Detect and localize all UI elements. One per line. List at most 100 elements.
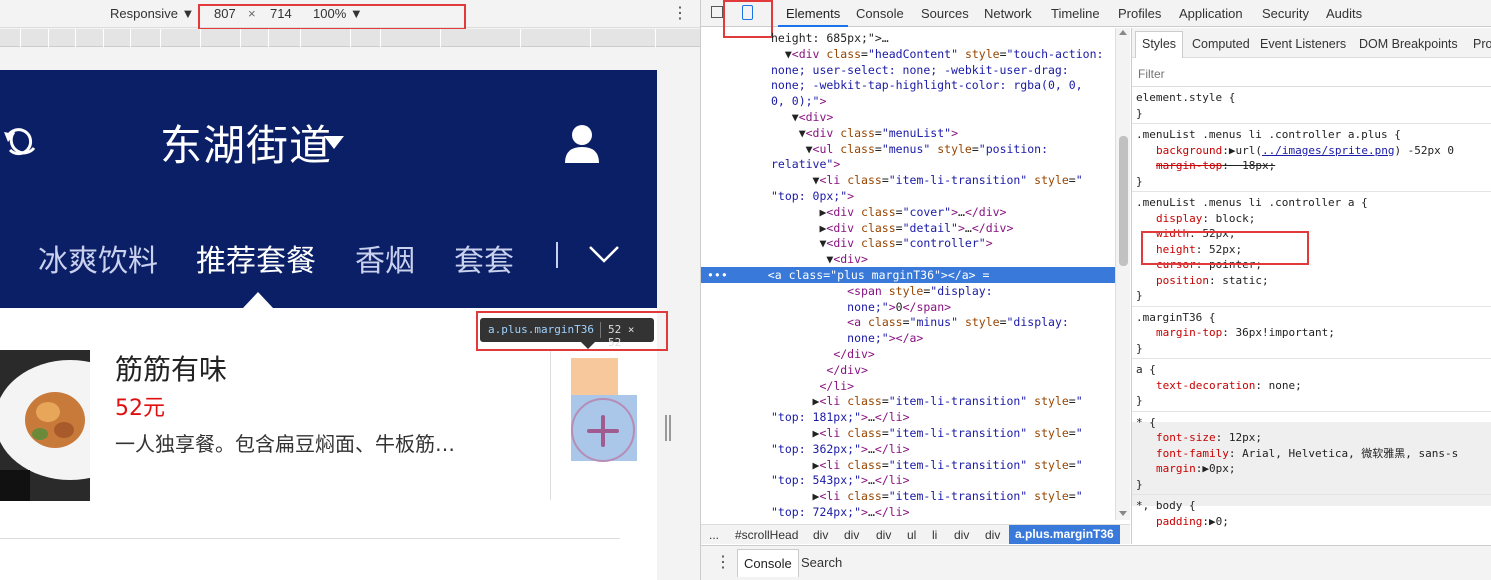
scroll-down-icon[interactable] bbox=[1119, 511, 1127, 516]
drawer-tab-console[interactable]: Console bbox=[737, 549, 799, 577]
dom-node-line[interactable]: "top: 543px;">…</li> bbox=[701, 472, 1115, 488]
dom-node-line[interactable]: ▼<ul class="menus" style="position: bbox=[701, 141, 1115, 157]
dom-node-line[interactable]: ▶<div class="cover">…</div> bbox=[701, 204, 1115, 220]
width-input[interactable]: 807 bbox=[214, 6, 236, 21]
breadcrumb-item[interactable]: ... bbox=[709, 528, 719, 542]
inspect-element-icon[interactable] bbox=[711, 6, 723, 18]
dom-scrollbar[interactable] bbox=[1115, 28, 1130, 520]
css-selector[interactable]: } bbox=[1132, 288, 1491, 304]
tab-security[interactable]: Security bbox=[1262, 6, 1309, 21]
tab-profiles[interactable]: Profiles bbox=[1118, 6, 1161, 21]
category-tab-active[interactable]: 推荐套餐 bbox=[196, 236, 316, 280]
chevron-down-icon[interactable] bbox=[588, 244, 620, 264]
dom-node-line[interactable]: </div> bbox=[701, 346, 1115, 362]
tab-application[interactable]: Application bbox=[1179, 6, 1243, 21]
dom-node-line[interactable]: ▶<li class="item-li-transition" style=" bbox=[701, 425, 1115, 441]
styles-filter-input[interactable] bbox=[1136, 65, 1436, 83]
dom-node-line[interactable]: ▼<div> bbox=[701, 109, 1115, 125]
dom-node-line[interactable]: "top: 724px;">…</li> bbox=[701, 504, 1115, 520]
category-tab[interactable]: 套套 bbox=[454, 236, 514, 280]
breadcrumb-item[interactable]: li bbox=[932, 528, 937, 542]
css-property[interactable]: cursor: pointer; bbox=[1132, 257, 1491, 273]
css-property[interactable]: margin:▶0px; bbox=[1132, 461, 1491, 477]
tab-dom-breakpoints[interactable]: DOM Breakpoints bbox=[1359, 37, 1458, 51]
dom-node-line[interactable]: "top: 181px;">…</li> bbox=[701, 409, 1115, 425]
css-property[interactable]: padding:▶0; bbox=[1132, 514, 1491, 530]
dom-node-line[interactable]: "top: 0px;"> bbox=[701, 188, 1115, 204]
breadcrumb-item-active[interactable]: a.plus.marginT36 bbox=[1009, 525, 1120, 544]
tab-properties[interactable]: Pro bbox=[1473, 37, 1491, 51]
height-input[interactable]: 714 bbox=[270, 6, 292, 21]
tab-sources[interactable]: Sources bbox=[921, 6, 969, 21]
dom-node-line[interactable]: </li> bbox=[701, 378, 1115, 394]
dom-node-line[interactable]: "top: 362px;">…</li> bbox=[701, 441, 1115, 457]
dom-node-line[interactable]: </div> bbox=[701, 362, 1115, 378]
category-tab[interactable]: 冰爽饮料 bbox=[38, 236, 158, 280]
dom-node-line[interactable]: none; user-select: none; -webkit-user-dr… bbox=[701, 62, 1115, 78]
css-property[interactable]: display: block; bbox=[1132, 211, 1491, 227]
tab-computed[interactable]: Computed bbox=[1192, 37, 1250, 51]
breadcrumb-item[interactable]: div bbox=[876, 528, 891, 542]
css-selector[interactable]: .marginT36 { bbox=[1132, 310, 1491, 326]
drawer-tab-search[interactable]: Search bbox=[801, 555, 842, 570]
css-property[interactable]: position: static; bbox=[1132, 273, 1491, 289]
css-selector[interactable]: } bbox=[1132, 477, 1491, 493]
css-selector[interactable]: .menuList .menus li .controller a.plus { bbox=[1132, 127, 1491, 143]
scroll-up-icon[interactable] bbox=[1119, 30, 1127, 35]
viewport-resize-handle[interactable] bbox=[665, 415, 671, 441]
css-property[interactable]: background:▶url(../images/sprite.png) -5… bbox=[1132, 143, 1491, 159]
breadcrumb-item[interactable]: div bbox=[844, 528, 859, 542]
css-property[interactable]: margin-top: 18px; bbox=[1132, 158, 1491, 174]
css-selector[interactable]: a { bbox=[1132, 362, 1491, 378]
device-mode-select[interactable]: Responsive ▼ bbox=[110, 6, 194, 21]
css-property[interactable]: font-size: 12px; bbox=[1132, 430, 1491, 446]
css-selector[interactable]: } bbox=[1132, 106, 1491, 122]
dom-node-line[interactable]: ▶<li class="item-li-transition" style=" bbox=[701, 457, 1115, 473]
add-to-cart-plus-button[interactable] bbox=[571, 398, 635, 462]
dom-node-line[interactable]: height: 685px;">… bbox=[701, 30, 1115, 46]
dom-node-line[interactable]: 0, 0);"> bbox=[701, 93, 1115, 109]
toggle-device-toolbar-icon[interactable] bbox=[742, 5, 753, 20]
zoom-select[interactable]: 100% ▼ bbox=[313, 6, 363, 21]
tab-console[interactable]: Console bbox=[856, 6, 904, 21]
location-title[interactable]: 东湖街道 bbox=[160, 112, 332, 173]
tab-styles[interactable]: Styles bbox=[1142, 37, 1176, 51]
css-selector[interactable]: } bbox=[1132, 393, 1491, 409]
css-property[interactable]: height: 52px; bbox=[1132, 242, 1491, 258]
breadcrumb-item[interactable]: div bbox=[813, 528, 828, 542]
css-property[interactable]: text-decoration: none; bbox=[1132, 378, 1491, 394]
refresh-icon[interactable] bbox=[0, 122, 44, 162]
breadcrumb-item[interactable]: div bbox=[954, 528, 969, 542]
css-selector[interactable]: element.style { bbox=[1132, 90, 1491, 106]
scroll-thumb[interactable] bbox=[1119, 136, 1128, 266]
dom-node-line[interactable]: ▼<li class="item-li-transition" style=" bbox=[701, 172, 1115, 188]
list-item[interactable]: 筋筋有味 52元 一人独享餐。包含扁豆焖面、牛板筋… bbox=[0, 308, 657, 540]
dom-node-line[interactable]: relative"> bbox=[701, 156, 1115, 172]
dom-node-line[interactable]: <a class="minus" style="display: bbox=[701, 314, 1115, 330]
dom-node-line[interactable]: none; -webkit-tap-highlight-color: rgba(… bbox=[701, 77, 1115, 93]
dom-node-line[interactable]: ▼<div class="controller"> bbox=[701, 235, 1115, 251]
tab-audits[interactable]: Audits bbox=[1326, 6, 1362, 21]
location-dropdown-caret-icon[interactable] bbox=[324, 136, 344, 149]
dom-node-line[interactable]: ▶<li class="item-li-transition" style=" bbox=[701, 488, 1115, 504]
dom-node-line[interactable]: ▼<div class="menuList"> bbox=[701, 125, 1115, 141]
css-property[interactable]: font-family: Arial, Helvetica, 微软雅黑, san… bbox=[1132, 446, 1491, 462]
css-selector[interactable]: .menuList .menus li .controller a { bbox=[1132, 195, 1491, 211]
tab-event-listeners[interactable]: Event Listeners bbox=[1260, 37, 1346, 51]
breadcrumb-item[interactable]: #scrollHead bbox=[735, 528, 798, 542]
dom-node-line[interactable]: none;">0</span> bbox=[701, 299, 1115, 315]
user-icon[interactable] bbox=[563, 123, 601, 163]
drawer-menu-icon[interactable]: ⋮ bbox=[715, 552, 731, 572]
css-selector[interactable]: } bbox=[1132, 341, 1491, 357]
more-options-icon[interactable]: ⋮ bbox=[672, 3, 688, 23]
dom-node-selected[interactable]: ••• <a class="plus marginT36"></a> = bbox=[701, 267, 1115, 283]
tab-elements[interactable]: Elements bbox=[786, 6, 840, 21]
css-selector[interactable]: * { bbox=[1132, 415, 1491, 431]
css-selector[interactable]: } bbox=[1132, 174, 1491, 190]
css-property[interactable]: margin-top: 36px!important; bbox=[1132, 325, 1491, 341]
dom-node-line[interactable]: <span style="display: bbox=[701, 283, 1115, 299]
dom-node-line[interactable]: ▶<div class="detail">…</div> bbox=[701, 220, 1115, 236]
tab-timeline[interactable]: Timeline bbox=[1051, 6, 1100, 21]
category-tab[interactable]: 香烟 bbox=[355, 236, 415, 280]
breadcrumb-item[interactable]: div bbox=[985, 528, 1000, 542]
